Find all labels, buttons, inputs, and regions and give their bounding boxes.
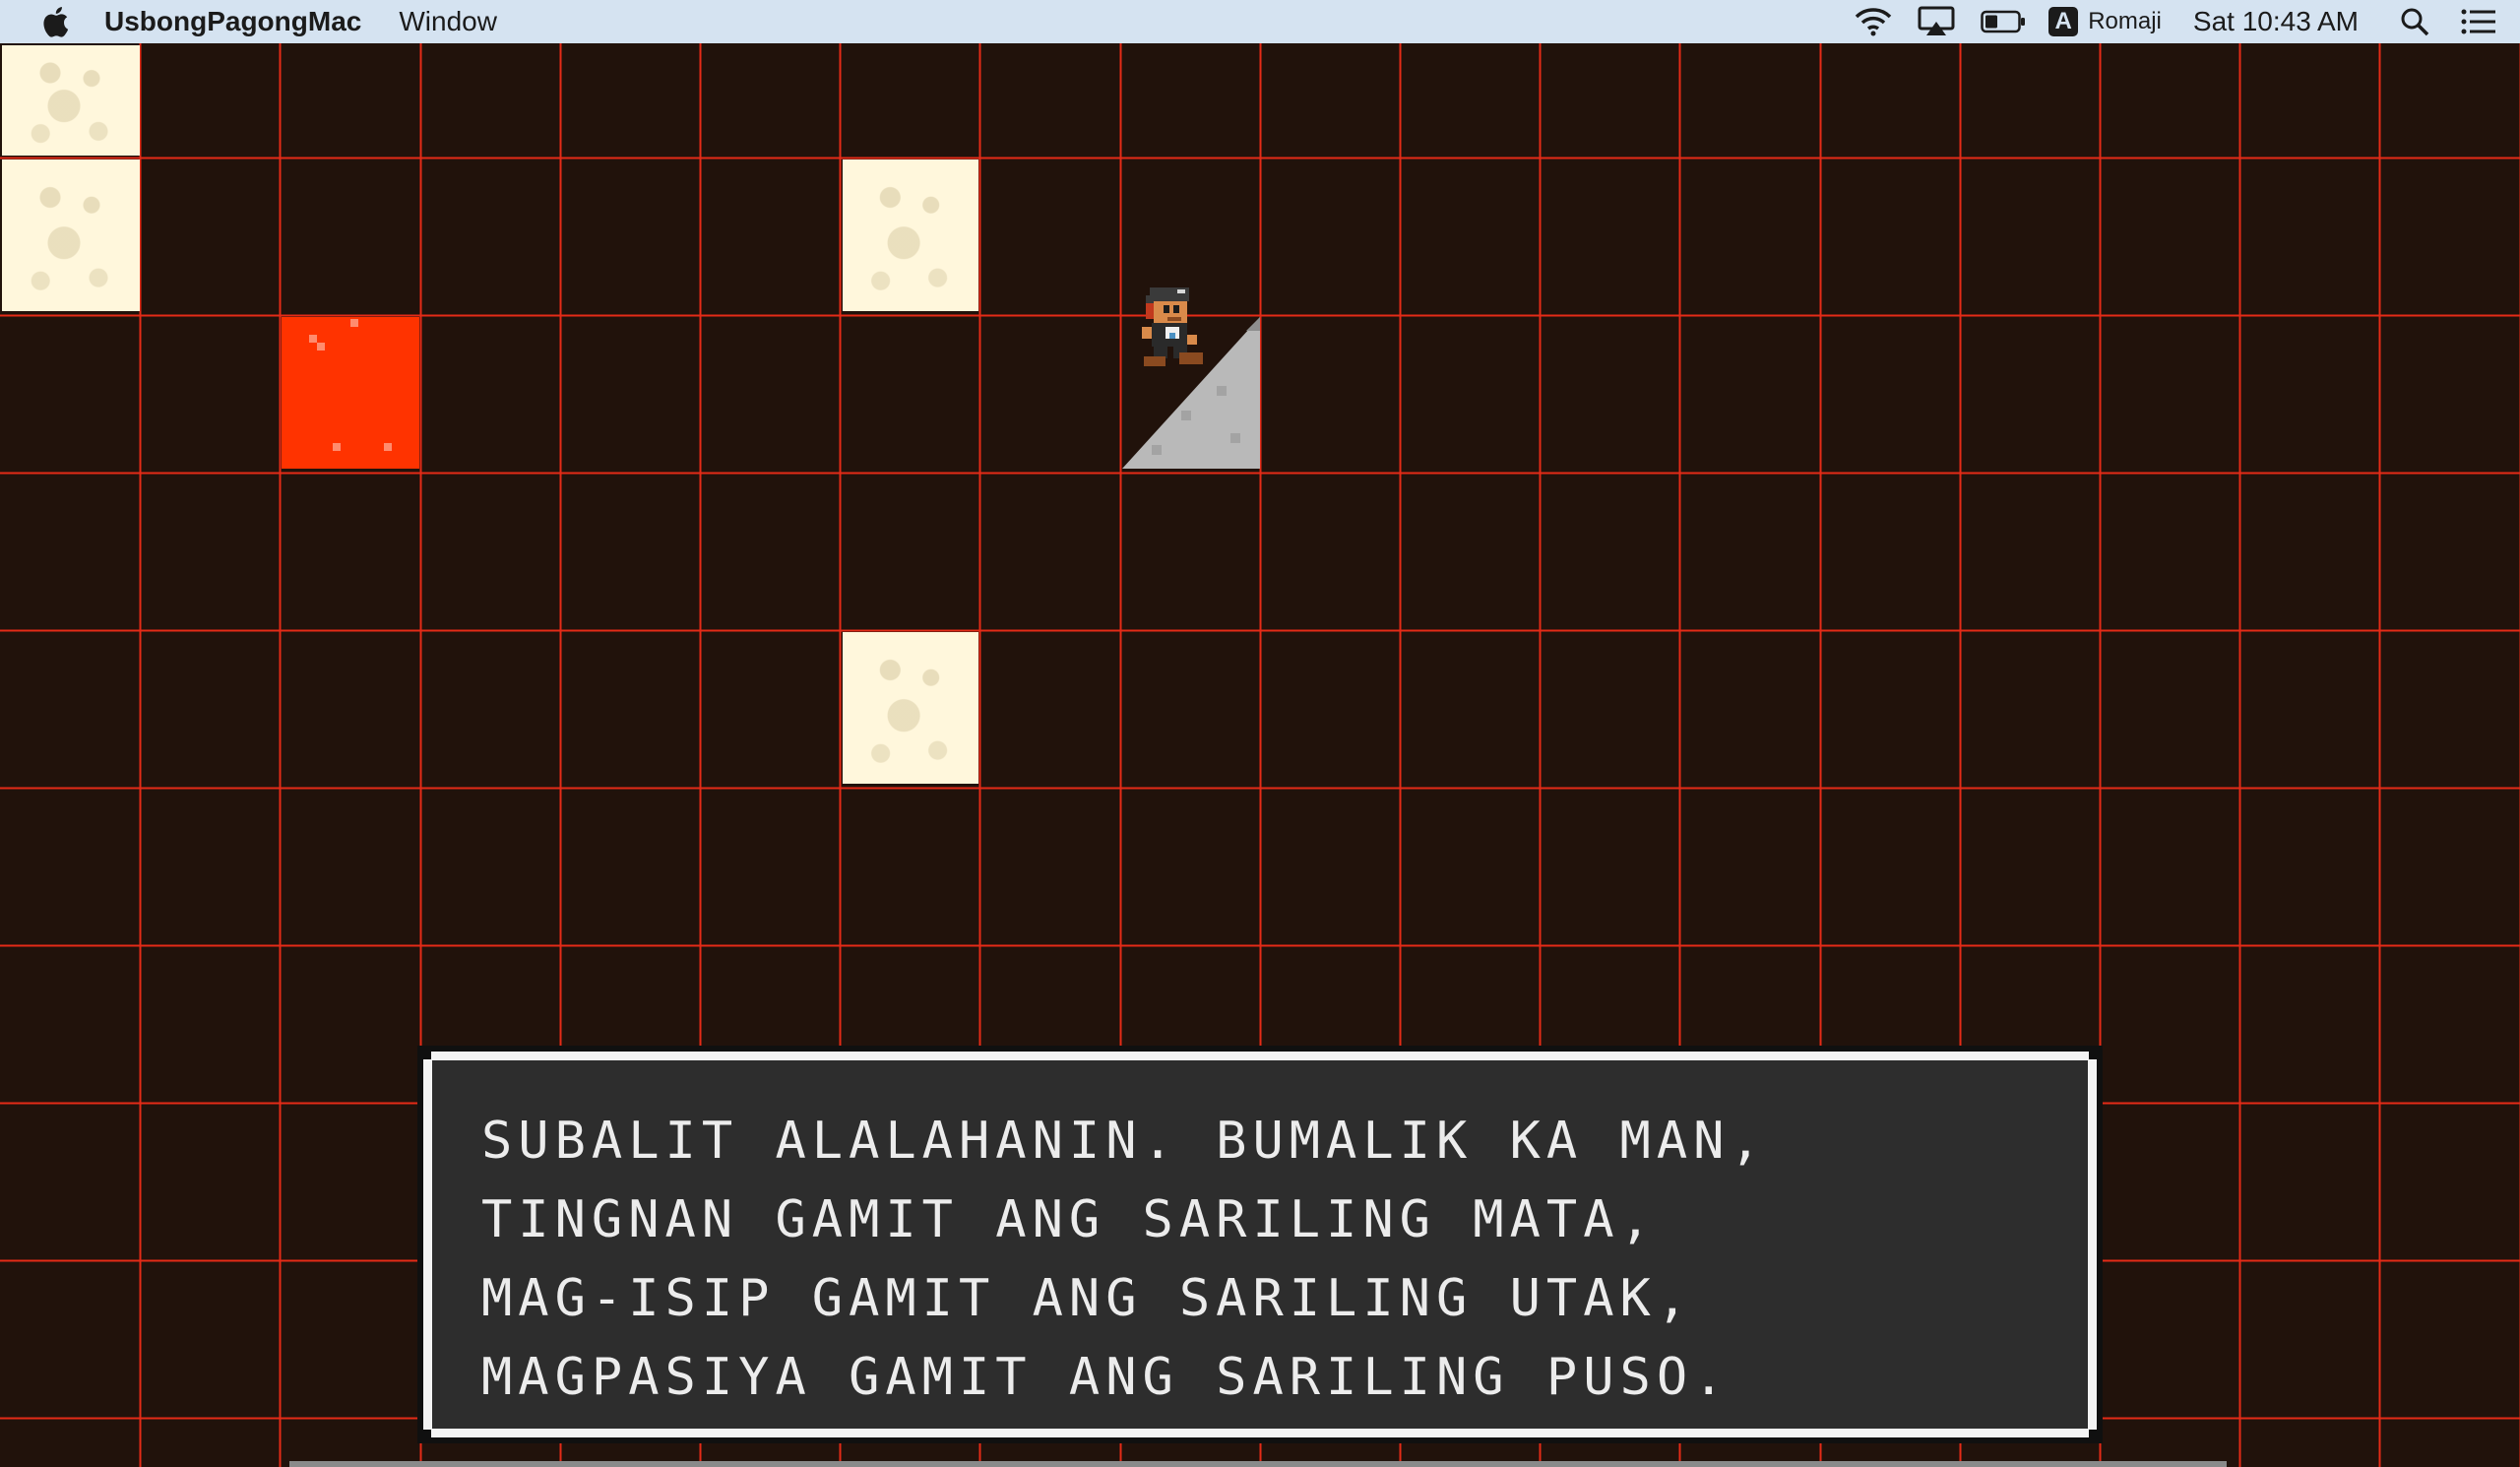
dialogue-box[interactable]: SUBALIT ALALAHANIN. BUMALIK KA MAN, TING… bbox=[417, 1046, 2103, 1443]
tile-speck bbox=[309, 335, 317, 343]
dialogue-line-3: MAG-ISIP GAMIT ANG SARILING UTAK, bbox=[481, 1269, 1694, 1328]
stone-tile bbox=[2, 45, 140, 156]
menu-clock[interactable]: Sat 10:43 AM bbox=[2193, 6, 2359, 37]
dialogue-line-2: TINGNAN GAMIT ANG SARILING MATA, bbox=[481, 1190, 1657, 1249]
apple-menu-icon[interactable] bbox=[35, 0, 75, 43]
input-source-badge: A bbox=[2048, 7, 2079, 36]
dialogue-corner bbox=[423, 1430, 431, 1437]
app-name-menu[interactable]: UsbongPagongMac bbox=[104, 6, 361, 37]
tile-speck bbox=[333, 443, 341, 451]
dialogue-text: SUBALIT ALALAHANIN. BUMALIK KA MAN, TING… bbox=[481, 1102, 2048, 1417]
notification-center-icon[interactable] bbox=[2459, 0, 2498, 43]
tile-speck bbox=[384, 443, 392, 451]
menu-bar: UsbongPagongMac Window A Romaji Sat 10:4… bbox=[0, 0, 2520, 43]
window-bottom-edge bbox=[289, 1461, 2227, 1467]
spotlight-search-icon[interactable] bbox=[2398, 0, 2431, 43]
dialogue-corner bbox=[2089, 1430, 2097, 1437]
input-source-label: Romaji bbox=[2088, 8, 2162, 34]
game-field[interactable]: SUBALIT ALALAHANIN. BUMALIK KA MAN, TING… bbox=[0, 43, 2520, 1467]
dialogue-line-4: MAGPASIYA GAMIT ANG SARILING PUSO. bbox=[481, 1348, 1731, 1407]
red-hazard-tile bbox=[282, 317, 419, 469]
stone-tile bbox=[843, 632, 978, 784]
dialogue-corner bbox=[2089, 1052, 2097, 1059]
dialogue-corner bbox=[423, 1052, 431, 1059]
tile-speck bbox=[350, 319, 358, 327]
tile-speck bbox=[317, 343, 325, 351]
battery-icon[interactable] bbox=[1980, 0, 2027, 43]
stone-tile bbox=[2, 159, 140, 311]
input-source-icon[interactable]: A Romaji bbox=[2048, 0, 2162, 43]
wifi-icon[interactable] bbox=[1852, 0, 1895, 43]
dialogue-line-1: SUBALIT ALALAHANIN. BUMALIK KA MAN, bbox=[481, 1112, 1767, 1171]
stone-tile bbox=[843, 159, 978, 311]
airplay-icon[interactable] bbox=[1915, 0, 1958, 43]
window-menu[interactable]: Window bbox=[399, 6, 497, 37]
player-character[interactable] bbox=[1138, 284, 1213, 382]
